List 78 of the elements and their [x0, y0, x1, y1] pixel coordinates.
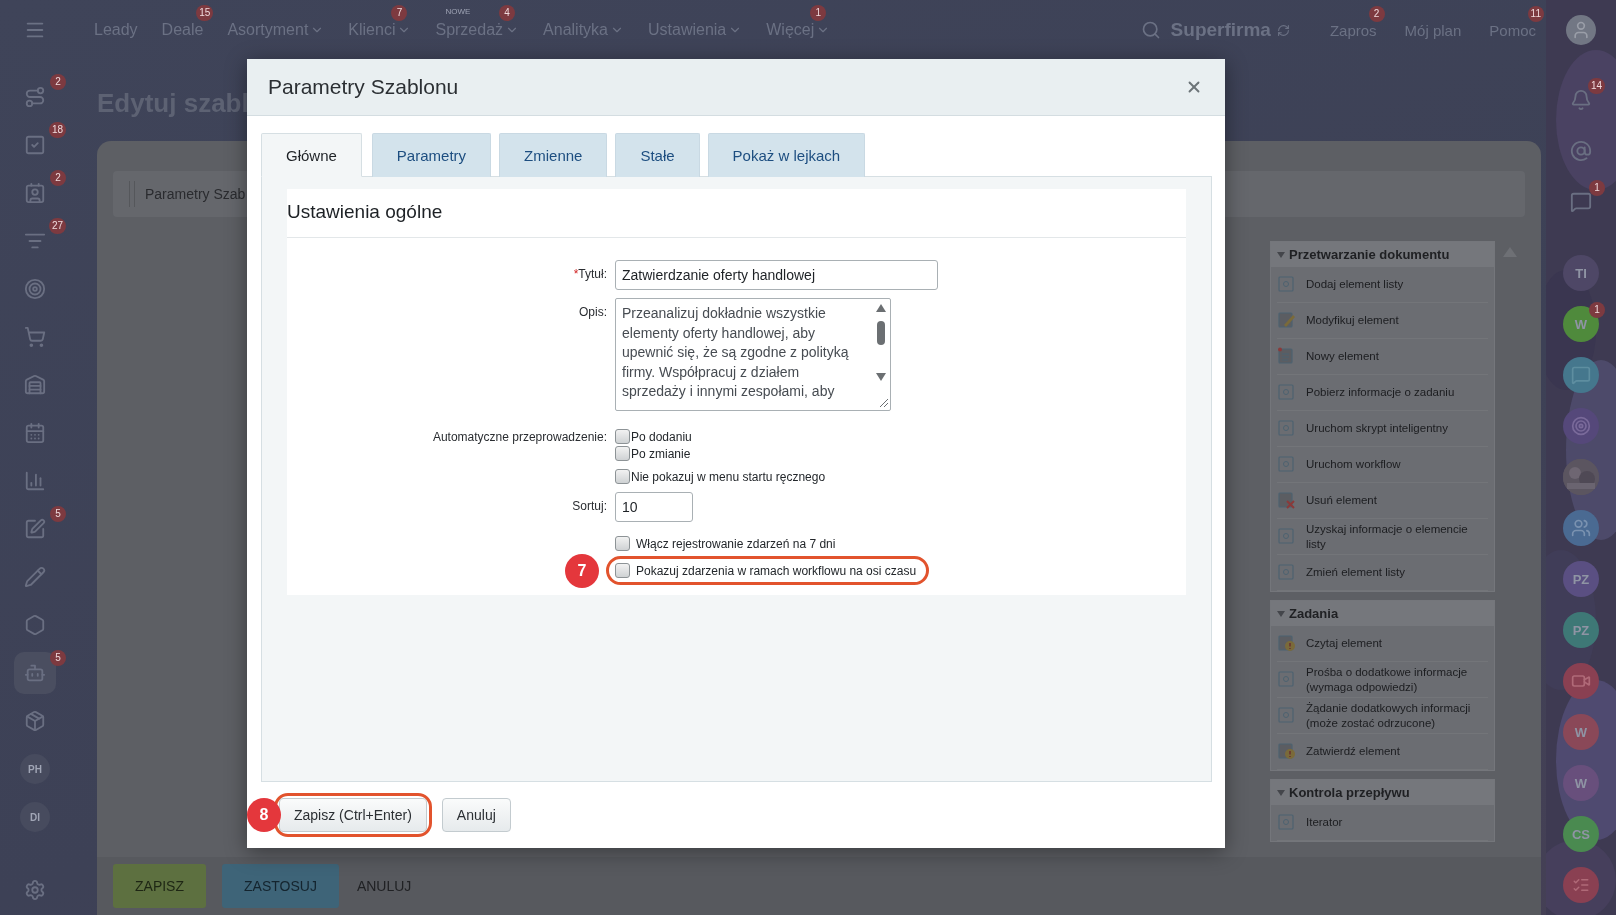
- activity-item[interactable]: Nowy element: [1277, 339, 1488, 375]
- new-tag: NOWE: [445, 7, 471, 16]
- tab[interactable]: Parametry: [371, 133, 492, 177]
- cancel-button[interactable]: Anuluj: [441, 798, 511, 832]
- activity-item[interactable]: Usuń element: [1277, 483, 1488, 519]
- activity-label: Pobierz informacje o zadaniu: [1306, 385, 1455, 400]
- activity-label: Zatwierdź element: [1306, 744, 1400, 759]
- field-label: Sortuj:: [572, 498, 607, 513]
- initials-avatar: PH: [20, 754, 50, 784]
- count-badge: 18: [48, 122, 66, 138]
- group-header[interactable]: Zadania: [1271, 601, 1494, 626]
- activity-label: Uruchom workflow: [1306, 457, 1401, 472]
- activity-item[interactable]: Dodaj element listy: [1277, 267, 1488, 303]
- activity-label: Modyfikuj element: [1306, 313, 1399, 328]
- activity-item[interactable]: Zatwierdź element: [1277, 734, 1488, 770]
- activity-item[interactable]: Modyfikuj element: [1277, 303, 1488, 339]
- sidebar-item[interactable]: PH: [14, 748, 56, 790]
- checkbox-label[interactable]: Nie pokazuj w menu startu ręcznego: [631, 469, 826, 484]
- activity-label: Żądanie dodatkowych informacji (może zostać odrzucone): [1306, 700, 1472, 731]
- checkbox-label[interactable]: Pokazuj zdarzenia w ramach workflowu na osi czasu: [636, 563, 917, 578]
- checkbox-label[interactable]: Po zmianie: [631, 446, 691, 461]
- footer-button[interactable]: ZAPISZ: [113, 864, 206, 908]
- field-label: *Tytuł:: [573, 266, 607, 281]
- footer-button[interactable]: ZASTOSUJ: [222, 864, 339, 908]
- activity-item[interactable]: Prośba o dodatkowe informacje (wymaga odpowiedzi): [1277, 662, 1488, 698]
- checkbox-label[interactable]: Włącz rejestrowanie zdarzeń na 7 dni: [636, 536, 836, 551]
- activity-item[interactable]: Uruchom skrypt inteligentny: [1277, 411, 1488, 447]
- group-title: Kontrola przepływu: [1289, 785, 1410, 800]
- save-button[interactable]: Zapisz (Ctrl+Enter): [279, 798, 427, 832]
- count-badge: 15: [196, 5, 214, 21]
- checkbox-label[interactable]: Po dodaniu: [631, 429, 692, 444]
- sidebar-item[interactable]: DI: [14, 796, 56, 838]
- group-header[interactable]: Przetwarzanie dokumentu: [1271, 242, 1494, 267]
- activity-label: Dodaj element listy: [1306, 277, 1404, 292]
- count-badge: 2: [50, 74, 66, 90]
- activity-label: Prośba o dodatkowe informacje (wymaga odpowiedzi): [1306, 664, 1469, 695]
- activity-label: Nowy element: [1306, 349, 1379, 364]
- footer-button[interactable]: ANULUJ: [354, 864, 414, 908]
- step-marker: 8: [247, 798, 281, 832]
- activity-item[interactable]: Uruchom workflow: [1277, 447, 1488, 483]
- tab-label: Parametry Szab: [145, 186, 246, 202]
- activity-item[interactable]: Żądanie dodatkowych informacji (może zostać odrzucone): [1277, 698, 1488, 734]
- group-title: Przetwarzanie dokumentu: [1289, 247, 1450, 262]
- activity-label: Czytaj element: [1306, 636, 1383, 651]
- count-badge: 11: [1527, 5, 1544, 22]
- activity-label: Uruchom skrypt inteligentny: [1306, 421, 1448, 436]
- activity-label: Iterator: [1306, 815, 1343, 830]
- count-badge: 7: [391, 5, 408, 21]
- tab[interactable]: Główne: [261, 133, 362, 177]
- sort-field[interactable]: 10: [615, 492, 693, 522]
- initials-avatar: DI: [20, 802, 50, 832]
- count-badge: 5: [50, 650, 66, 666]
- title-field[interactable]: Zatwierdzanie oferty handlowej: [615, 260, 938, 290]
- tab[interactable]: Zmienne: [499, 133, 608, 177]
- description-field[interactable]: Przeanalizuj dokładnie wszystkie elementy oferty handlowej, aby upewnić się, że są zgodne z polityką firmy. Współpracuj z działem sprzedaży i innymi zespołami, aby: [615, 298, 891, 411]
- count-badge: 1: [810, 5, 827, 21]
- step-marker: 7: [565, 553, 599, 588]
- activity-item[interactable]: Czytaj element: [1277, 626, 1488, 662]
- field-label: Automatyczne przeprowadzenie:: [432, 429, 607, 444]
- group-title: Zadania: [1289, 606, 1339, 621]
- group-header[interactable]: Kontrola przepływu: [1271, 780, 1494, 805]
- activity-item[interactable]: Iterator: [1277, 805, 1488, 841]
- field-label: Opis:: [579, 304, 607, 319]
- activity-item[interactable]: Pobierz informacje o zadaniu: [1277, 375, 1488, 411]
- activity-label: Usuń element: [1306, 493, 1377, 508]
- activity-item[interactable]: Zmień element listy: [1277, 555, 1488, 591]
- count-badge: 5: [50, 506, 66, 522]
- count-badge: 27: [48, 218, 66, 234]
- activity-label: Zmień element listy: [1306, 565, 1406, 580]
- activity-label: Uzyskaj informacje o elemencie listy: [1306, 521, 1469, 552]
- dialog-title: Parametry Szablonu: [268, 75, 459, 99]
- section-title: Ustawienia ogólne: [287, 189, 1186, 238]
- tab[interactable]: Pokaż w lejkach: [707, 133, 866, 177]
- count-badge: 2: [1368, 5, 1385, 22]
- activity-item[interactable]: Uzyskaj informacje o elemencie listy: [1277, 519, 1488, 555]
- count-badge: 2: [50, 170, 66, 186]
- tab[interactable]: Stałe: [615, 133, 700, 177]
- count-badge: 4: [499, 5, 516, 21]
